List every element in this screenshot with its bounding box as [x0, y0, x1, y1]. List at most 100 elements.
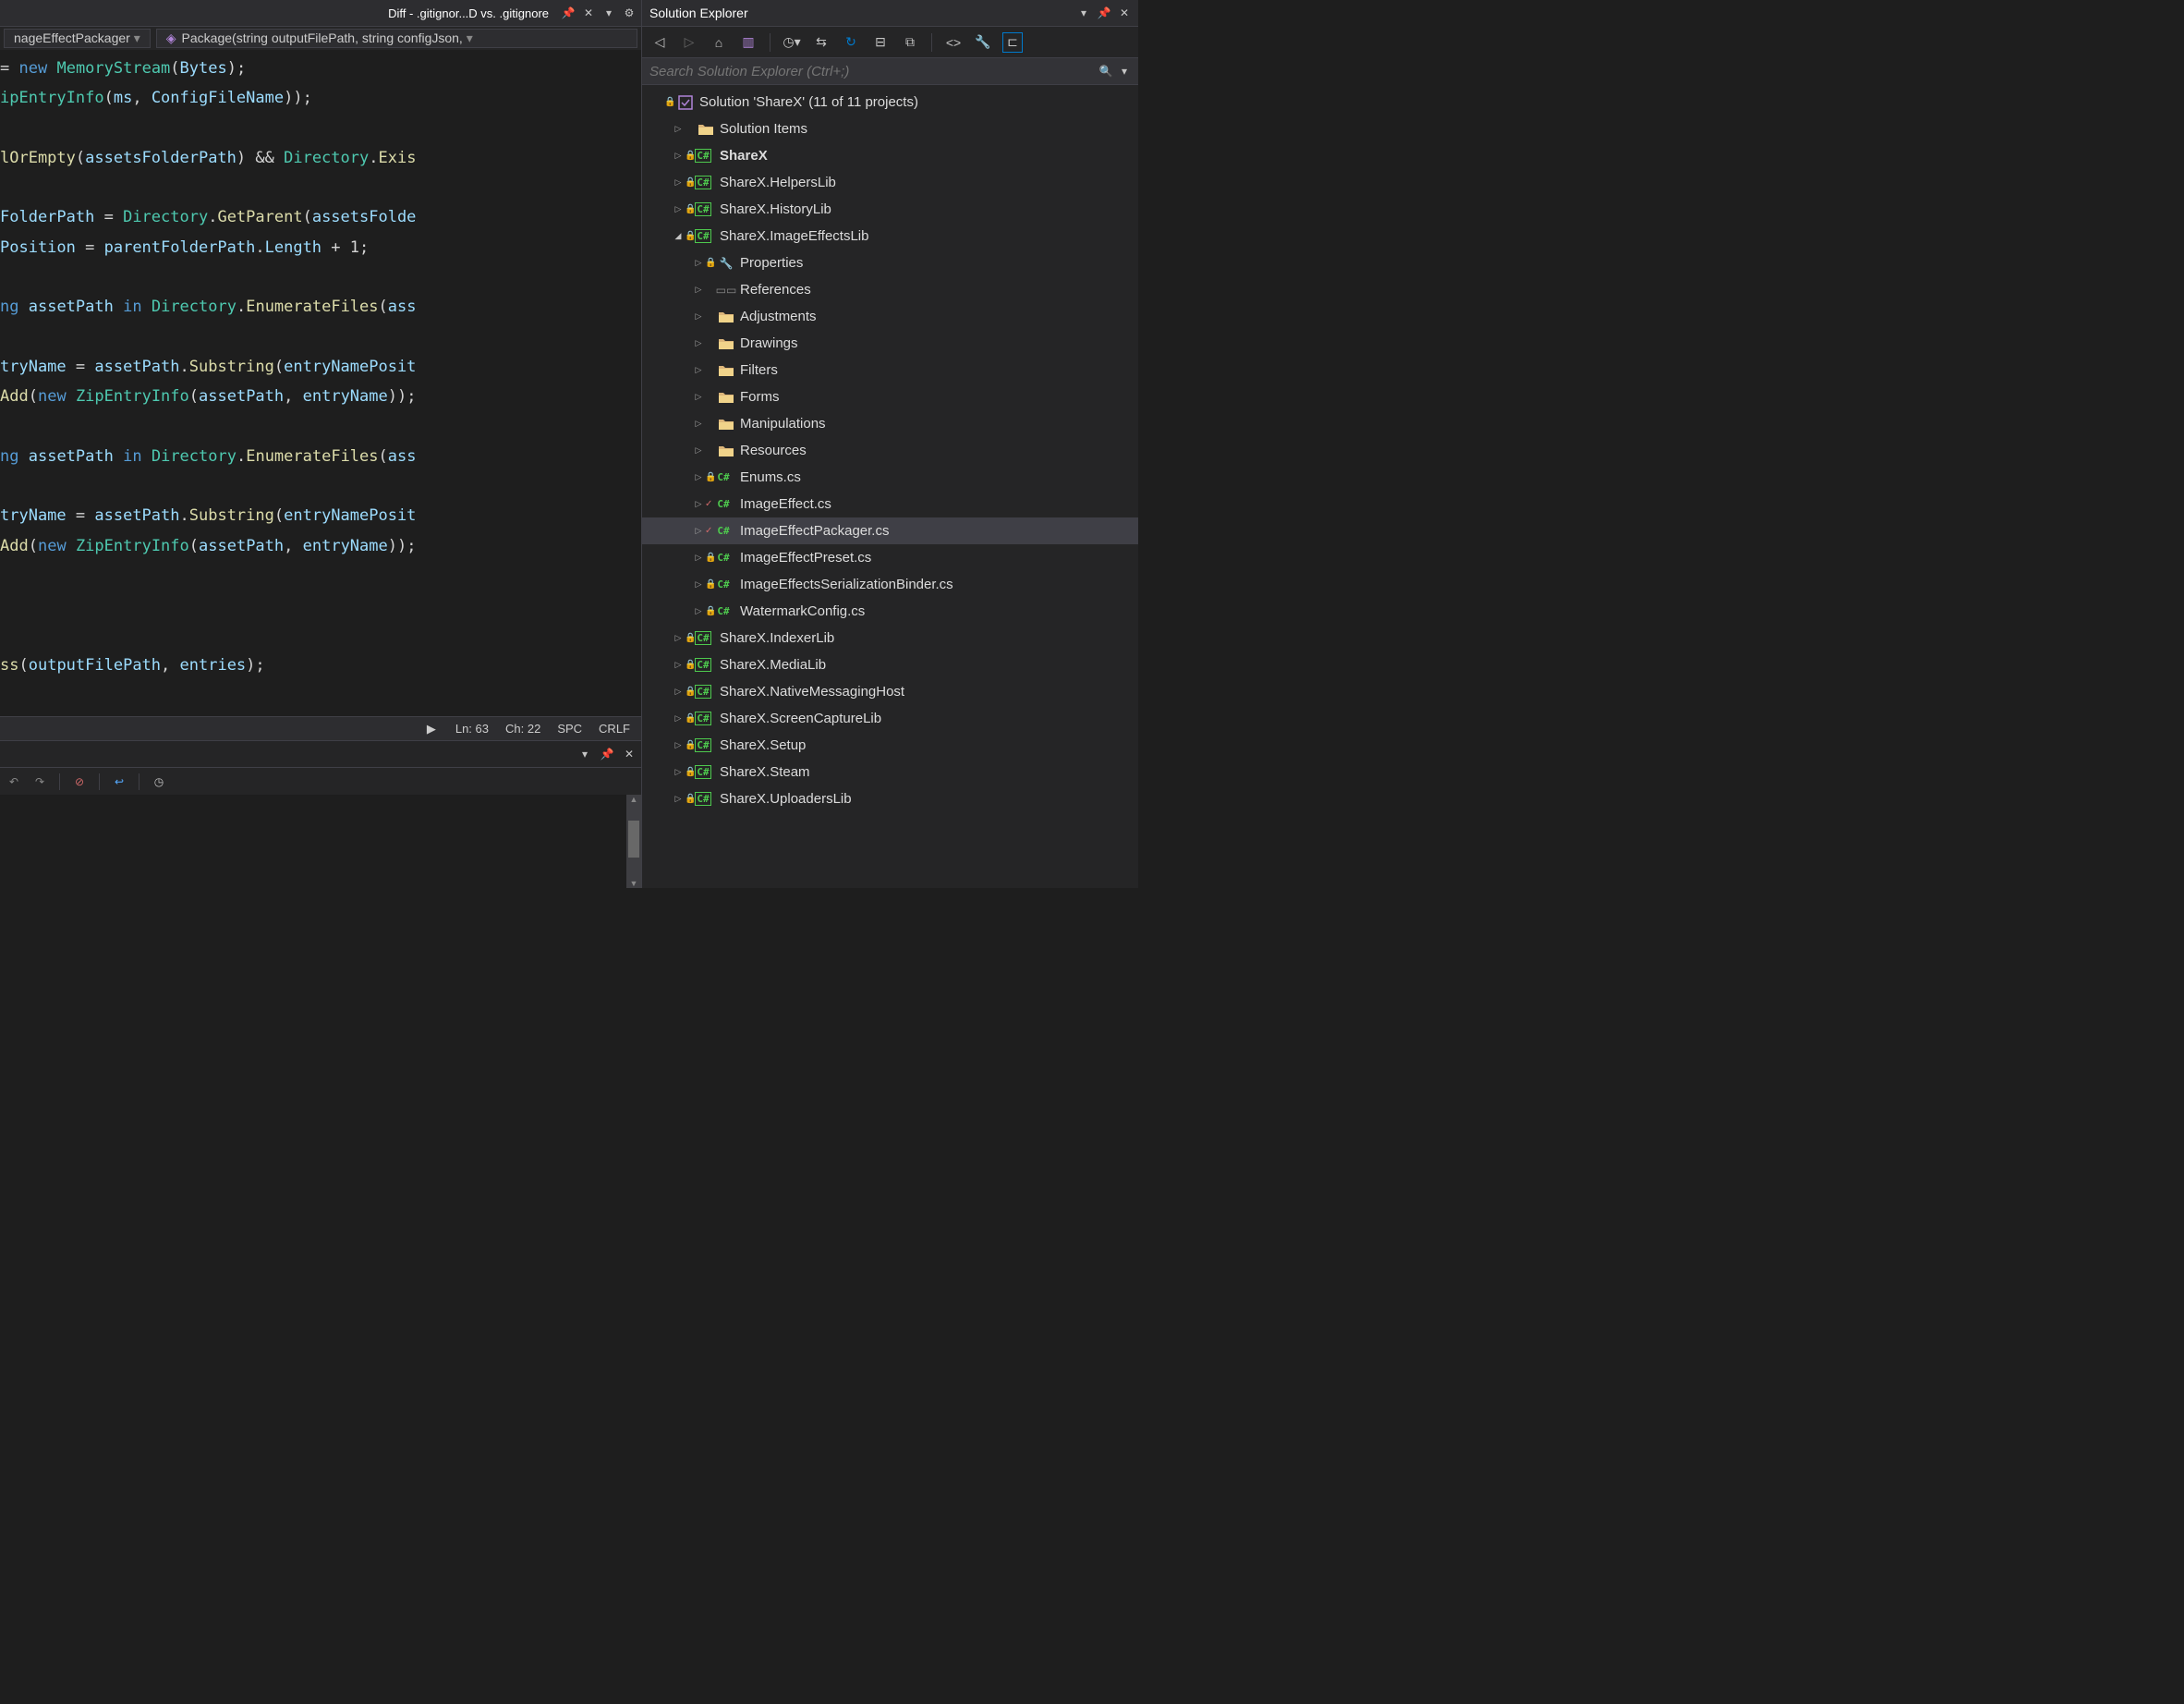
- back-icon[interactable]: ◁: [649, 32, 670, 53]
- expand-arrow-icon[interactable]: [672, 150, 685, 163]
- clear-list-icon[interactable]: ⊘: [73, 775, 86, 788]
- tree-node[interactable]: 🔒C#ImageEffectPreset.cs: [642, 544, 1138, 571]
- tree-node[interactable]: 🔒Solution 'ShareX' (11 of 11 projects): [642, 89, 1138, 116]
- home-icon[interactable]: ⌂: [709, 32, 729, 53]
- expand-arrow-icon[interactable]: [651, 96, 664, 109]
- tree-node[interactable]: Manipulations: [642, 410, 1138, 437]
- tree-node[interactable]: ✓C#ImageEffect.cs: [642, 491, 1138, 517]
- tree-node[interactable]: Filters: [642, 357, 1138, 383]
- nav-class[interactable]: nageEffectPackager ▾: [4, 29, 151, 48]
- tree-node[interactable]: Drawings: [642, 330, 1138, 357]
- properties-icon[interactable]: 🔧: [973, 32, 993, 53]
- tree-node[interactable]: 🔒C#ShareX.MediaLib: [642, 651, 1138, 678]
- scrollbar-thumb[interactable]: [628, 821, 639, 858]
- expand-arrow-icon[interactable]: [692, 284, 705, 297]
- search-icon[interactable]: 🔍: [1099, 65, 1112, 78]
- tree-node[interactable]: 🔒C#ShareX: [642, 142, 1138, 169]
- status-eol[interactable]: CRLF: [599, 722, 630, 736]
- lock-icon: 🔒: [685, 767, 696, 777]
- chevron-down-icon[interactable]: ▾: [578, 748, 591, 761]
- close-panel-icon[interactable]: ✕: [623, 748, 636, 761]
- expand-arrow-icon[interactable]: [692, 498, 705, 511]
- tree-node[interactable]: Solution Items: [642, 116, 1138, 142]
- expand-arrow-icon[interactable]: [692, 257, 705, 270]
- view-code-icon[interactable]: <>: [943, 32, 964, 53]
- solution-explorer-search[interactable]: 🔍 ▾: [642, 57, 1138, 85]
- wrap-icon[interactable]: ↩: [113, 775, 126, 788]
- tab-diff[interactable]: Diff - .gitignor...D vs. .gitignore: [382, 6, 554, 20]
- tree-node[interactable]: 🔒C#WatermarkConfig.cs: [642, 598, 1138, 625]
- expand-arrow-icon[interactable]: [672, 176, 685, 189]
- solution-tree[interactable]: 🔒Solution 'ShareX' (11 of 11 projects)So…: [642, 85, 1138, 888]
- expand-arrow-icon[interactable]: [672, 230, 685, 243]
- expand-arrow-icon[interactable]: [672, 632, 685, 645]
- tree-node[interactable]: 🔒C#ShareX.NativeMessagingHost: [642, 678, 1138, 705]
- switch-view-icon[interactable]: ▥: [738, 32, 758, 53]
- tree-node[interactable]: Adjustments: [642, 303, 1138, 330]
- expand-arrow-icon[interactable]: [692, 337, 705, 350]
- expand-arrow-icon[interactable]: [692, 525, 705, 538]
- nav-method[interactable]: ◈Package(string outputFilePath, string c…: [156, 29, 637, 48]
- tree-node[interactable]: ▭▭References: [642, 276, 1138, 303]
- csharp-file-icon: C#: [718, 496, 734, 513]
- tree-node[interactable]: 🔒C#ShareX.Steam: [642, 759, 1138, 785]
- tree-node[interactable]: 🔒C#ShareX.ImageEffectsLib: [642, 223, 1138, 250]
- tree-node[interactable]: 🔒🔧Properties: [642, 250, 1138, 276]
- tree-node[interactable]: 🔒C#ShareX.Setup: [642, 732, 1138, 759]
- forward-icon[interactable]: ▷: [679, 32, 699, 53]
- expand-arrow-icon[interactable]: [672, 739, 685, 752]
- tree-node[interactable]: 🔒C#ShareX.UploadersLib: [642, 785, 1138, 812]
- refresh-icon[interactable]: ↻: [841, 32, 861, 53]
- tree-node[interactable]: 🔒C#ShareX.HistoryLib: [642, 196, 1138, 223]
- history-dropdown-icon[interactable]: ◷▾: [782, 32, 802, 53]
- chevron-down-icon[interactable]: ▾: [602, 6, 615, 19]
- tree-node[interactable]: Resources: [642, 437, 1138, 464]
- go-prev-icon[interactable]: ↶: [7, 775, 20, 788]
- expand-arrow-icon[interactable]: [692, 578, 705, 591]
- search-input[interactable]: [649, 64, 1094, 79]
- search-dropdown-icon[interactable]: ▾: [1118, 65, 1131, 78]
- pin-icon[interactable]: 📌: [1098, 6, 1110, 19]
- expand-arrow-icon[interactable]: [692, 552, 705, 565]
- status-indent[interactable]: SPC: [557, 722, 582, 736]
- expand-arrow-icon[interactable]: [672, 793, 685, 806]
- tree-node[interactable]: ✓C#ImageEffectPackager.cs: [642, 517, 1138, 544]
- vertical-scrollbar[interactable]: ▲ ▼: [626, 795, 641, 888]
- go-next-icon[interactable]: ↷: [33, 775, 46, 788]
- expand-arrow-icon[interactable]: [672, 123, 685, 136]
- sync-icon[interactable]: ⇆: [811, 32, 831, 53]
- tree-node[interactable]: 🔒C#ShareX.ScreenCaptureLib: [642, 705, 1138, 732]
- expand-arrow-icon[interactable]: [692, 310, 705, 323]
- expand-arrow-icon[interactable]: [692, 444, 705, 457]
- code-editor[interactable]: = new MemoryStream(Bytes);ipEntryInfo(ms…: [0, 50, 641, 716]
- tree-node[interactable]: 🔒C#ShareX.HelpersLib: [642, 169, 1138, 196]
- expand-arrow-icon[interactable]: [672, 203, 685, 216]
- preview-icon[interactable]: ⊏: [1002, 32, 1023, 53]
- chevron-down-icon[interactable]: ▾: [1077, 6, 1090, 19]
- expand-arrow-icon[interactable]: [692, 391, 705, 404]
- status-line: Ln: 63: [455, 722, 489, 736]
- gear-icon[interactable]: ⚙: [623, 6, 636, 19]
- collapse-icon[interactable]: ⊟: [870, 32, 891, 53]
- show-all-icon[interactable]: ⧉: [900, 32, 920, 53]
- folder-icon: [698, 121, 714, 138]
- tree-node[interactable]: 🔒C#ImageEffectsSerializationBinder.cs: [642, 571, 1138, 598]
- expand-arrow-icon[interactable]: [692, 605, 705, 618]
- expand-arrow-icon[interactable]: [672, 766, 685, 779]
- expand-arrow-icon[interactable]: [692, 471, 705, 484]
- expand-arrow-icon[interactable]: [672, 712, 685, 725]
- pin-icon[interactable]: 📌: [601, 748, 613, 761]
- scroll-right-icon[interactable]: ▶: [424, 722, 439, 736]
- close-tab-icon[interactable]: ✕: [582, 6, 595, 19]
- pin-icon[interactable]: 📌: [562, 6, 575, 19]
- tree-node[interactable]: Forms: [642, 383, 1138, 410]
- tree-node[interactable]: 🔒C#Enums.cs: [642, 464, 1138, 491]
- expand-arrow-icon[interactable]: [692, 418, 705, 431]
- close-icon[interactable]: ✕: [1118, 6, 1131, 19]
- history-icon[interactable]: ◷: [152, 775, 165, 788]
- expand-arrow-icon[interactable]: [672, 686, 685, 699]
- csharp-project-icon: C#: [698, 791, 714, 808]
- tree-node[interactable]: 🔒C#ShareX.IndexerLib: [642, 625, 1138, 651]
- expand-arrow-icon[interactable]: [672, 659, 685, 672]
- expand-arrow-icon[interactable]: [692, 364, 705, 377]
